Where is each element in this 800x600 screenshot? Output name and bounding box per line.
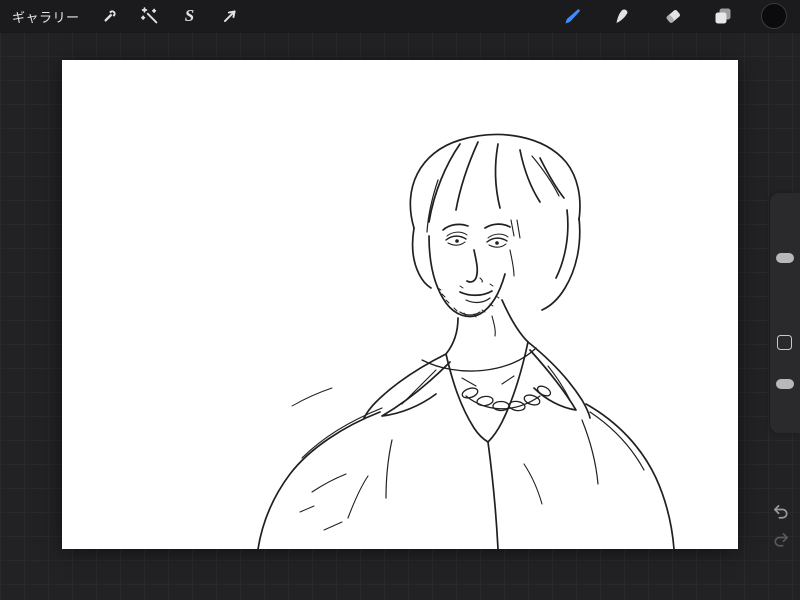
magic-wand-icon xyxy=(140,7,157,24)
transform-button[interactable] xyxy=(218,4,242,28)
drawing-canvas[interactable] xyxy=(62,60,738,549)
left-tool-group: S xyxy=(98,4,242,28)
actions-button[interactable] xyxy=(98,4,122,28)
top-toolbar: ギャラリー S xyxy=(0,0,800,32)
paint-button[interactable] xyxy=(561,4,585,28)
history-controls xyxy=(767,502,795,550)
current-color-swatch[interactable] xyxy=(761,3,787,29)
adjustments-button[interactable] xyxy=(138,4,162,28)
smudge-button[interactable] xyxy=(611,4,635,28)
brush-icon xyxy=(565,9,580,24)
wrench-icon xyxy=(103,10,116,22)
layers-icon xyxy=(715,8,731,24)
modify-button[interactable] xyxy=(777,335,792,350)
selection-s-icon: S xyxy=(184,5,195,25)
opacity-slider[interactable] xyxy=(776,379,794,389)
undo-icon xyxy=(774,505,788,519)
layers-button[interactable] xyxy=(711,4,735,28)
brush-sidebar xyxy=(770,193,800,433)
selection-button[interactable]: S xyxy=(178,4,202,28)
undo-button[interactable] xyxy=(770,502,792,522)
erase-button[interactable] xyxy=(661,4,685,28)
right-tool-group xyxy=(561,3,800,29)
smudge-icon xyxy=(616,9,628,23)
brush-size-slider[interactable] xyxy=(776,253,794,263)
redo-button[interactable] xyxy=(770,530,792,550)
gallery-button[interactable]: ギャラリー xyxy=(12,7,80,26)
procreate-workspace: ギャラリー S xyxy=(0,0,800,600)
redo-icon xyxy=(774,533,788,547)
sketch-drawing xyxy=(257,133,675,549)
eraser-icon xyxy=(666,10,680,23)
transform-arrow-icon xyxy=(223,10,236,23)
